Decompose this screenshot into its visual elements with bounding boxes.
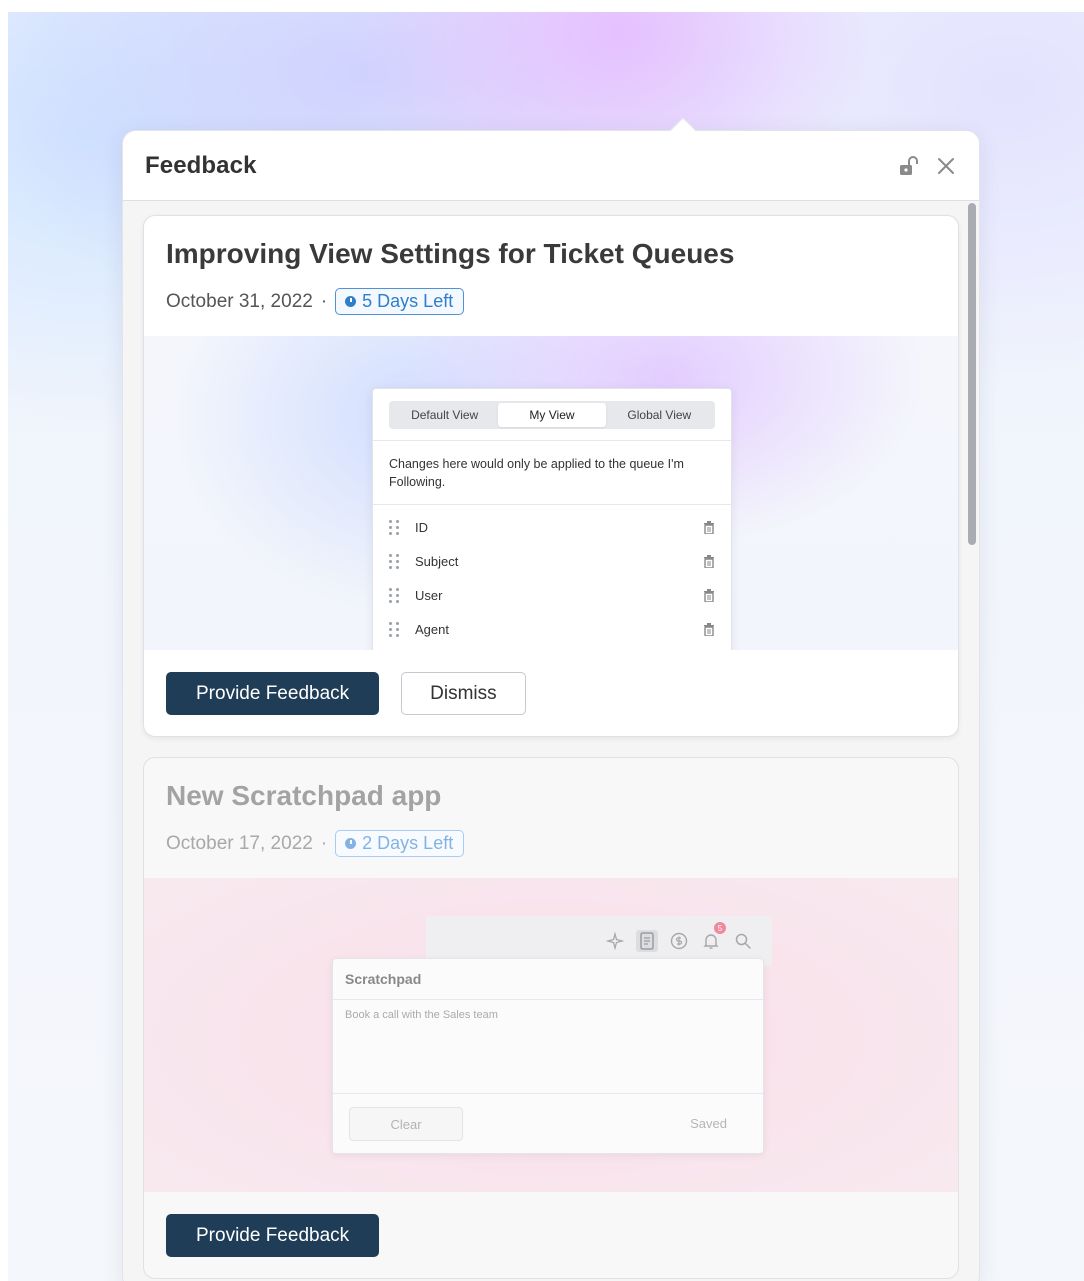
column-label: Agent	[415, 621, 449, 637]
panel-title: Feedback	[145, 151, 257, 179]
scratchpad-clear-button: Clear	[349, 1107, 463, 1141]
card-meta: October 31, 2022 · 5 Days Left	[166, 288, 465, 315]
card-actions: Provide Feedback	[166, 1214, 380, 1257]
drag-handle-icon	[389, 587, 403, 603]
tab-default-view: Default View	[411, 408, 479, 422]
trash-icon	[704, 520, 714, 534]
preview-image: Default View My View Global View Changes…	[144, 336, 958, 650]
tab-global-view: Global View	[627, 408, 692, 422]
divider	[333, 999, 763, 1000]
card-title: Improving View Settings for Ticket Queue…	[166, 238, 735, 269]
trash-icon	[704, 622, 714, 636]
column-label: User	[415, 587, 443, 603]
card-actions: Provide Feedback Dismiss	[166, 672, 526, 715]
column-label: ID	[415, 519, 428, 535]
dismiss-button[interactable]: Dismiss	[401, 672, 526, 715]
column-row: User	[389, 585, 715, 605]
scratchpad-mock: Scratchpad Book a call with the Sales te…	[332, 958, 764, 1154]
notification-badge: 5	[714, 922, 726, 934]
search-icon	[732, 930, 754, 952]
unlock-icon[interactable]	[899, 155, 921, 177]
divider	[373, 440, 731, 441]
scratchpad-text: Book a call with the Sales team	[345, 1009, 498, 1021]
sparkle-icon	[604, 930, 626, 952]
close-icon[interactable]	[935, 155, 957, 177]
drag-handle-icon	[389, 519, 403, 535]
divider	[373, 504, 731, 505]
card-date: October 31, 2022	[166, 290, 313, 312]
provide-feedback-button[interactable]: Provide Feedback	[166, 1214, 380, 1257]
drag-handle-icon	[389, 553, 403, 569]
badge-label: 5 Days Left	[362, 291, 454, 311]
feedback-panel: Feedback Improving View Settings for Tic…	[122, 130, 980, 1281]
column-row: Subject	[389, 551, 715, 571]
drag-handle-icon	[389, 621, 403, 637]
header-actions	[899, 155, 957, 177]
days-left-badge: 2 Days Left	[335, 830, 465, 857]
preview-image: 5 Scratchpad Book a call with the Sales …	[144, 878, 958, 1192]
clock-icon	[345, 296, 357, 307]
card-date: October 17, 2022	[166, 832, 313, 854]
meta-separator: ·	[320, 832, 328, 854]
view-settings-mock: Default View My View Global View Changes…	[372, 388, 732, 650]
feedback-card: Improving View Settings for Ticket Queue…	[143, 215, 959, 737]
card-meta: October 17, 2022 · 2 Days Left	[166, 830, 465, 857]
clock-icon	[345, 838, 357, 849]
dollar-icon	[668, 930, 690, 952]
scrollbar-thumb[interactable]	[968, 203, 976, 545]
tab-my-view: My View	[498, 403, 606, 427]
meta-separator: ·	[320, 290, 328, 312]
provide-feedback-button[interactable]: Provide Feedback	[166, 672, 380, 715]
divider	[333, 1093, 763, 1094]
badge-label: 2 Days Left	[362, 833, 454, 853]
trash-icon	[704, 588, 714, 602]
feedback-card: New Scratchpad app October 17, 2022 · 2 …	[143, 757, 959, 1279]
scratchpad-title: Scratchpad	[345, 971, 422, 987]
column-label: Subject	[415, 553, 459, 569]
column-row: Agent	[389, 619, 715, 639]
document-icon	[636, 930, 658, 952]
trash-icon	[704, 554, 714, 568]
panel-header: Feedback	[123, 131, 979, 201]
days-left-badge: 5 Days Left	[335, 288, 465, 315]
card-title: New Scratchpad app	[166, 780, 442, 811]
column-row: ID	[389, 517, 715, 537]
scratchpad-status: Saved	[690, 1116, 727, 1131]
view-note: Changes here would only be applied to th…	[389, 457, 684, 489]
view-segmented-control: Default View My View Global View	[389, 401, 715, 429]
